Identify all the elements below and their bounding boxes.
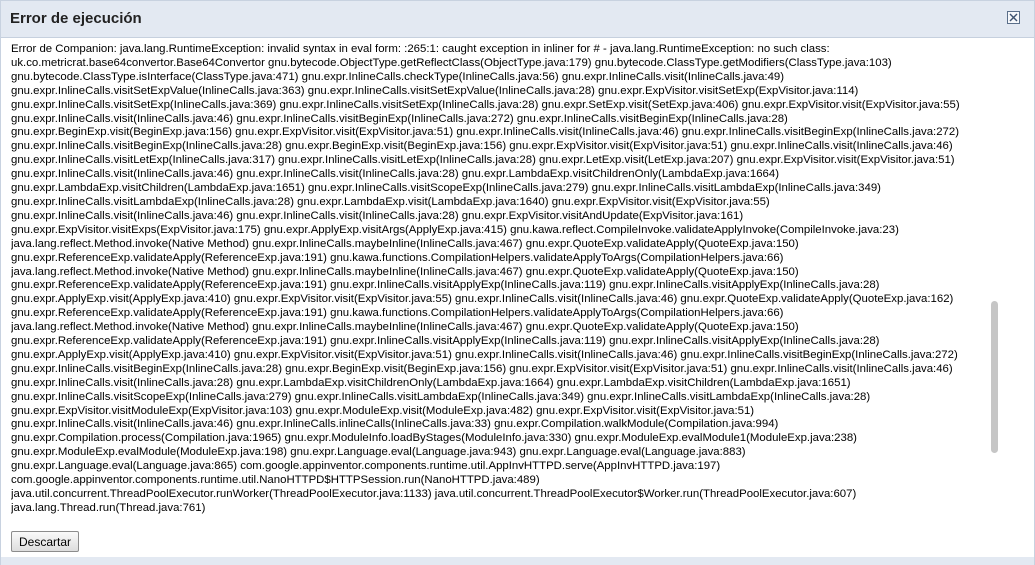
error-message-line: java.util.concurrent.ThreadPoolExecutor.… (11, 488, 857, 500)
error-message-line: gnu.expr.InlineCalls.visitLetExp(InlineC… (11, 154, 955, 167)
error-message-line: gnu.expr.BeginExp.visit(BeginExp.java:15… (11, 126, 960, 139)
error-message-line: gnu.expr.ReferenceExp.validateApply(Refe… (11, 251, 784, 264)
error-message-line: gnu.expr.Language.eval(Language.java:865… (11, 460, 721, 473)
scrollbar-thumb[interactable] (991, 301, 998, 453)
error-message-line: java.lang.reflect.Method.invoke(Native M… (11, 321, 799, 334)
error-message: Error de Companion: java.lang.RuntimeExc… (11, 43, 1033, 523)
error-message-line: java.lang.reflect.Method.invoke(Native M… (11, 265, 799, 278)
error-message-line: gnu.expr.InlineCalls.visit(InlineCalls.j… (11, 376, 851, 389)
error-message-line: gnu.expr.ApplyExp.visit(ApplyExp.java:41… (11, 293, 954, 306)
error-message-line: uk.co.metricrat.base64convertor.Base64Co… (11, 56, 892, 69)
dismiss-button[interactable]: Descartar (11, 531, 80, 552)
error-message-line: gnu.expr.ReferenceExp.validateApply(Refe… (11, 307, 784, 320)
error-message-line: gnu.expr.Compilation.process(Compilation… (11, 432, 857, 445)
error-message-line: gnu.expr.InlineCalls.visitLambdaExp(Inli… (11, 195, 770, 208)
error-message-line: gnu.expr.InlineCalls.visit(InlineCalls.j… (11, 168, 779, 181)
error-message-line: gnu.expr.LambdaExp.visitChildren(LambdaE… (11, 182, 881, 195)
error-message-line: Error de Companion: java.lang.RuntimeExc… (11, 43, 830, 55)
error-message-line: gnu.expr.InlineCalls.visit(InlineCalls.j… (11, 418, 779, 431)
dialog-titlebar: Error de ejecución (1, 1, 1034, 38)
error-message-line: gnu.expr.ReferenceExp.validateApply(Refe… (11, 335, 880, 348)
dialog-bottom-band (1, 557, 1034, 565)
error-message-line: gnu.expr.ReferenceExp.validateApply(Refe… (11, 279, 880, 292)
close-icon[interactable] (1007, 11, 1020, 24)
error-dialog: Error de ejecución Error de Companion: j… (0, 0, 1035, 565)
error-message-line: java.lang.reflect.Method.invoke(Native M… (11, 237, 799, 250)
error-message-line: gnu.expr.InlineCalls.visitBeginExp(Inlin… (11, 140, 953, 153)
error-message-line: gnu.expr.ExpVisitor.visitModuleExp(ExpVi… (11, 404, 755, 417)
error-message-line: gnu.expr.InlineCalls.visitSetExpValue(In… (11, 84, 859, 97)
error-message-line: gnu.expr.InlineCalls.visit(InlineCalls.j… (11, 112, 788, 125)
dialog-title: Error de ejecución (10, 10, 142, 27)
error-message-line: java.lang.Thread.run(Thread.java:761) (11, 501, 206, 514)
error-message-line: gnu.expr.InlineCalls.visitBeginExp(Inlin… (11, 362, 953, 375)
error-message-line: gnu.expr.ApplyExp.visit(ApplyExp.java:41… (11, 348, 958, 361)
error-message-line: gnu.expr.InlineCalls.visit(InlineCalls.j… (11, 209, 744, 222)
error-message-line: gnu.expr.InlineCalls.visitScopeExp(Inlin… (11, 390, 871, 403)
error-message-line: com.google.appinventor.components.runtim… (11, 474, 540, 487)
error-message-line: gnu.expr.ExpVisitor.visitExps(ExpVisitor… (11, 223, 899, 236)
error-message-line: gnu.bytecode.ClassType.isInterface(Class… (11, 70, 785, 83)
error-message-line: gnu.expr.ModuleExp.evalModule(ModuleExp.… (11, 446, 746, 459)
error-message-line: gnu.expr.InlineCalls.visitSetExp(InlineC… (11, 98, 960, 111)
